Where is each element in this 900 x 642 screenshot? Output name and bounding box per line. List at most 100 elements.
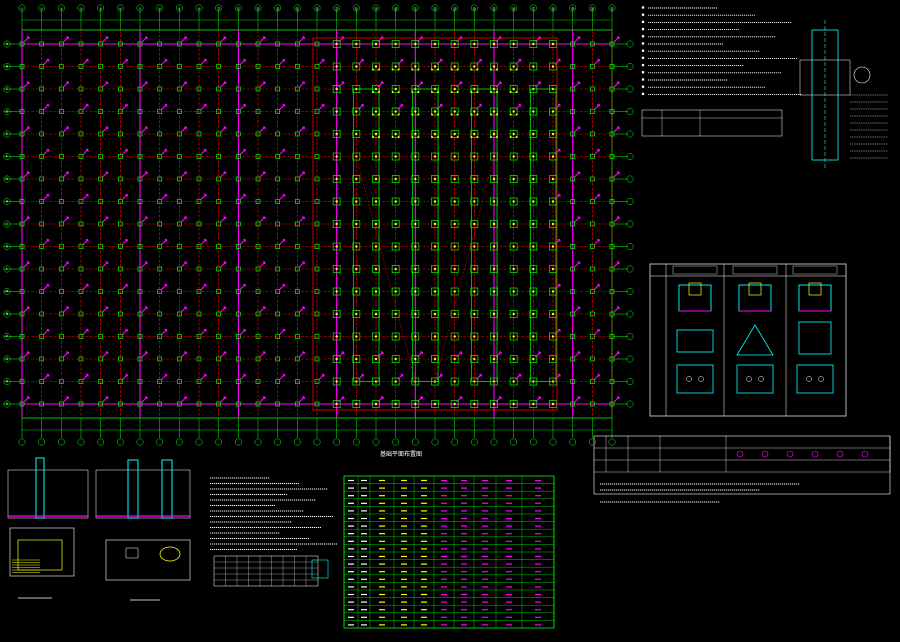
pile-dot — [374, 65, 378, 68]
pile-marker — [239, 328, 246, 335]
pile-dot — [512, 155, 515, 158]
pile-marker — [220, 171, 227, 178]
pile-marker — [43, 373, 50, 380]
pile-dot — [414, 65, 417, 68]
detail-left-frame — [7, 469, 89, 519]
pile-dot — [473, 267, 476, 271]
pile-dot — [335, 42, 338, 46]
pile-dot — [512, 87, 515, 91]
detail-left-plan — [9, 527, 75, 577]
pile-dot — [512, 380, 515, 383]
core-pile — [437, 68, 439, 71]
pile-marker — [279, 373, 286, 380]
axis-bubble-bottom — [293, 438, 301, 446]
core-pile — [378, 68, 380, 71]
pile-dot — [473, 290, 476, 293]
pile-dot — [532, 155, 535, 158]
pile-marker — [298, 351, 305, 358]
cap-section — [798, 284, 832, 312]
core-pile — [470, 113, 473, 116]
pile-dot — [532, 110, 535, 113]
pile-dot — [512, 402, 515, 406]
pile-dot — [453, 155, 456, 158]
pile-dot — [374, 312, 378, 316]
pile-dot — [335, 335, 338, 338]
pile-dot — [512, 177, 515, 181]
axis-label-top: ⑨ — [178, 7, 181, 11]
pile-dot — [394, 177, 397, 181]
pile-dot — [453, 402, 456, 406]
pile-marker — [82, 373, 89, 380]
pile-marker — [298, 126, 305, 133]
pile-marker — [416, 351, 423, 358]
core-pile — [456, 91, 459, 93]
pile-dot — [335, 222, 338, 226]
core-pile — [496, 68, 498, 71]
core-pile — [490, 136, 492, 138]
pile-dot — [335, 245, 338, 248]
pile-marker — [613, 306, 620, 313]
pile-marker — [298, 306, 305, 313]
schedule-symbol — [811, 450, 819, 458]
pile-marker — [23, 351, 30, 358]
pile-marker — [23, 36, 30, 43]
pile-marker — [62, 261, 69, 268]
core-pile — [372, 136, 374, 138]
pile-marker — [515, 58, 522, 65]
pile-marker — [200, 238, 207, 245]
pile-marker — [338, 81, 345, 88]
pile-marker — [239, 373, 246, 380]
core-pile — [490, 113, 492, 116]
pile-dot — [414, 110, 417, 113]
cap-title-box — [732, 265, 778, 275]
pile-marker — [43, 58, 50, 65]
core-diagonal — [434, 156, 495, 382]
core-pile — [470, 91, 473, 93]
core-pile — [417, 91, 420, 93]
pile-marker — [200, 193, 207, 200]
cap-section — [738, 284, 772, 312]
pile-dot — [433, 290, 437, 293]
pile-dot — [532, 402, 535, 406]
pile-detail — [799, 20, 888, 170]
core-pile — [476, 113, 479, 116]
pile-marker — [220, 126, 227, 133]
pile-marker — [259, 261, 266, 268]
pile-marker — [259, 171, 266, 178]
pile-marker — [534, 81, 541, 88]
cap-detail-panel — [649, 263, 847, 417]
pile-marker — [593, 373, 600, 380]
pile-dot — [394, 267, 397, 271]
pile-dot — [394, 132, 397, 136]
pile-marker — [239, 148, 246, 155]
pile-marker — [279, 103, 286, 110]
pile-marker — [220, 261, 227, 268]
pile-marker — [574, 216, 581, 223]
axis-label-top: ㉖ — [512, 6, 516, 11]
pile-marker — [220, 306, 227, 313]
pile-dot — [453, 267, 456, 271]
core-pile — [391, 136, 394, 138]
core-pile — [496, 136, 498, 138]
core-pile — [397, 91, 400, 93]
pile-dot — [394, 155, 397, 158]
pile-dot — [414, 155, 417, 158]
pile-marker — [613, 171, 620, 178]
pile-dot — [394, 200, 397, 203]
pile-marker — [121, 58, 128, 65]
pile-dot — [394, 335, 397, 338]
pile-dot — [532, 357, 535, 361]
pile-dot — [335, 155, 338, 158]
axis-bubble-bottom — [470, 438, 478, 446]
axis-label-top: ⑮ — [296, 6, 300, 11]
pile-marker — [141, 171, 148, 178]
axis-bubble-bottom — [451, 438, 459, 446]
axis-label-top: ⑭ — [276, 6, 280, 11]
axis-label-top: ㉙ — [571, 6, 575, 11]
cap-pile-circle — [686, 376, 692, 382]
pile-dot — [551, 177, 555, 181]
pile-marker — [121, 283, 128, 290]
pile-marker — [574, 36, 581, 43]
pile-marker — [141, 36, 148, 43]
pile-marker — [593, 103, 600, 110]
